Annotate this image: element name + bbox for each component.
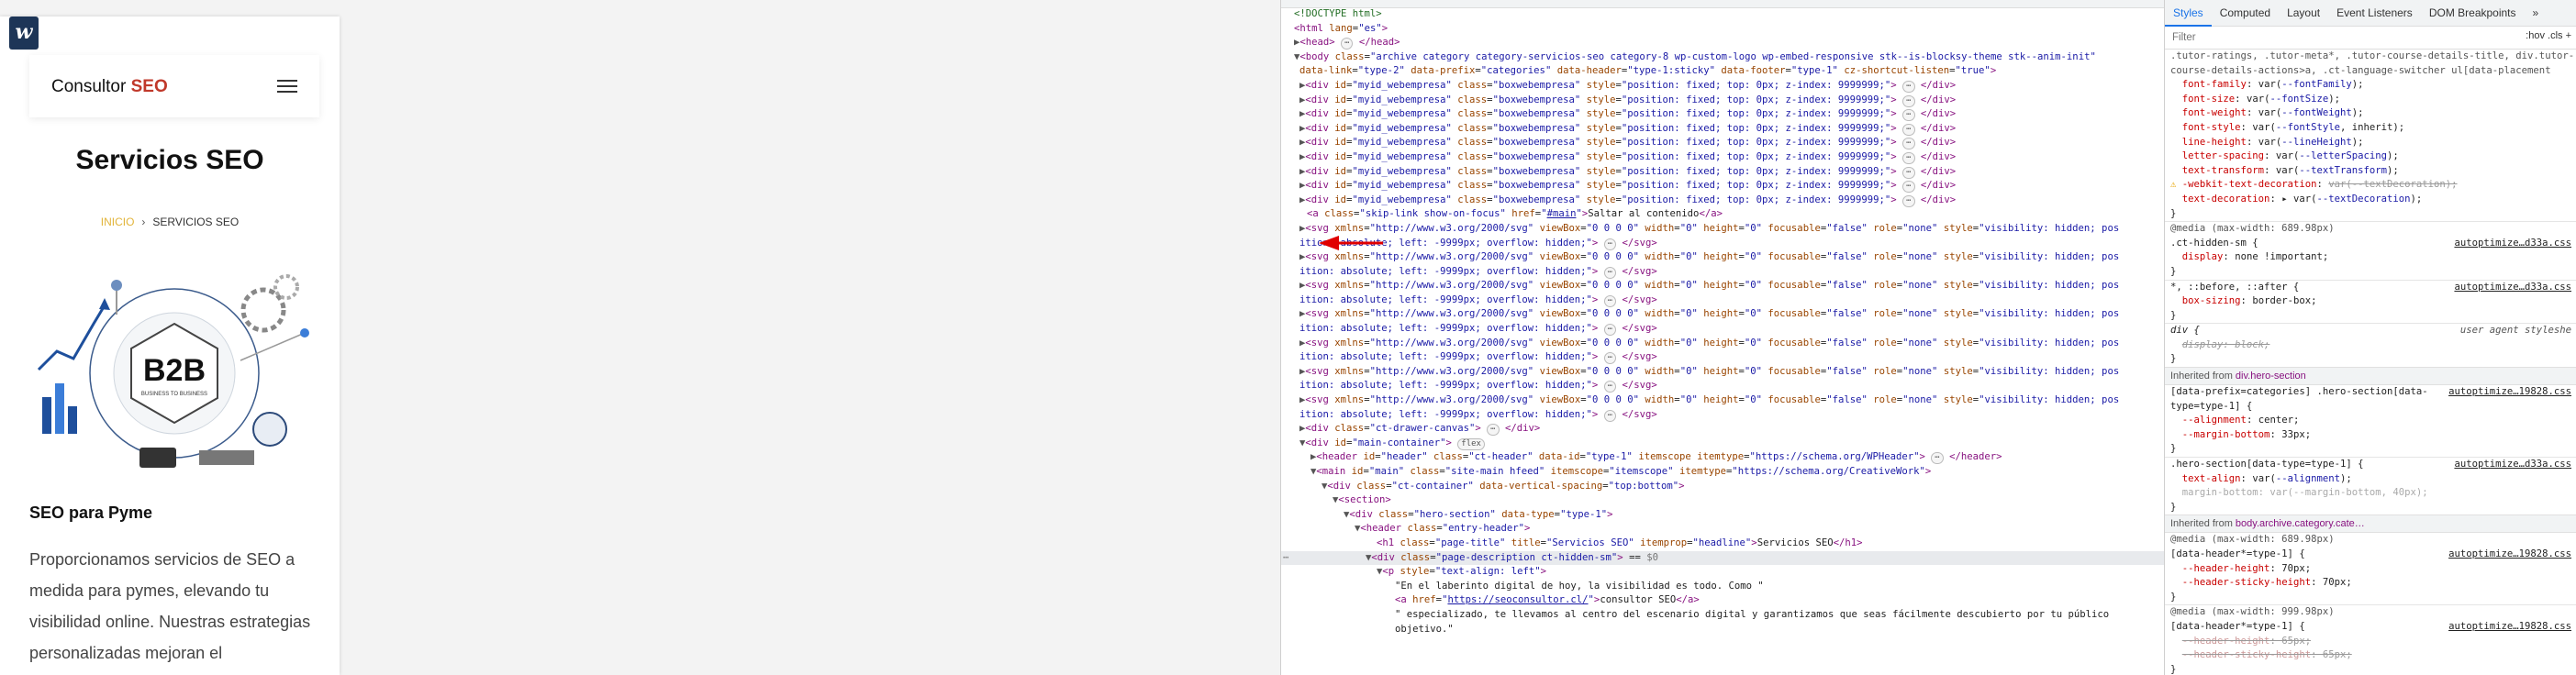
styles-filter-input[interactable] <box>2170 29 2358 46</box>
dom-node[interactable]: ▶<svg xmlns="http://www.w3.org/2000/svg"… <box>1281 250 2164 265</box>
dom-node[interactable]: ▼<header class="entry-header"> <box>1281 522 2164 537</box>
styles-pane: Styles Computed Layout Event Listeners DOM B… <box>2165 0 2576 675</box>
dom-node[interactable]: ition: absolute; left: -9999px; overflow… <box>1281 237 2164 251</box>
breadcrumb: INICIO › SERVICIOS SEO <box>0 216 340 228</box>
dom-node[interactable]: ▼<div class="hero-section" data-type="ty… <box>1281 508 2164 523</box>
dom-node[interactable]: ▼<body class="archive category category-… <box>1281 50 2164 65</box>
dom-node[interactable]: <a class="skip-link show-on-focus" href=… <box>1281 207 2164 222</box>
mobile-viewport: Consultor SEO Servicios SEO INICIO › SERVI… <box>0 17 340 675</box>
dom-node[interactable]: <h1 class="page-title" title="Servicios … <box>1281 537 2164 551</box>
css-rules-list[interactable]: .tutor-ratings, .tutor-meta*, .tutor-cou… <box>2165 50 2576 675</box>
site-logo[interactable]: Consultor SEO <box>51 77 168 97</box>
elements-tree[interactable]: <!DOCTYPE html> <html lang="es"> ▶<head>… <box>1281 0 2165 675</box>
dom-node[interactable]: ▶<div id="myid_webempresa" class="boxweb… <box>1281 94 2164 108</box>
styles-filter-bar: :hov .cls + <box>2165 27 2576 50</box>
tab-dom-breakpoints[interactable]: DOM Breakpoints <box>2421 0 2525 26</box>
dom-node[interactable]: <!DOCTYPE html> <box>1281 7 2164 22</box>
tab-event-listeners[interactable]: Event Listeners <box>2328 0 2421 26</box>
tab-computed[interactable]: Computed <box>2212 0 2279 26</box>
stylesheet-link[interactable]: autoptimize…d33a.css <box>2454 458 2571 472</box>
annotation-arrow-icon <box>1319 236 1383 250</box>
dom-node[interactable]: " especializado, te llevamos al centro d… <box>1281 608 2164 623</box>
tab-layout[interactable]: Layout <box>2279 0 2328 26</box>
dom-node[interactable]: ▼<main id="main" class="site-main hfeed"… <box>1281 465 2164 480</box>
dom-node[interactable]: ▼<div class="ct-container" data-vertical… <box>1281 480 2164 494</box>
inherited-header: Inherited from body.archive.category.cat… <box>2165 515 2576 534</box>
dom-node[interactable]: "En el laberinto digital de hoy, la visi… <box>1281 580 2164 594</box>
dom-node[interactable]: ▶<svg xmlns="http://www.w3.org/2000/svg"… <box>1281 307 2164 322</box>
dom-node[interactable]: <a href="https://seoconsultor.cl/">consu… <box>1281 593 2164 608</box>
dom-node[interactable]: objetivo." <box>1281 623 2164 637</box>
dom-node[interactable]: ition: absolute; left: -9999px; overflow… <box>1281 322 2164 337</box>
site-header: Consultor SEO <box>29 55 319 117</box>
dom-node[interactable]: data-link="type-2" data-prefix="categori… <box>1281 64 2164 79</box>
dom-node[interactable]: ▶<div id="myid_webempresa" class="boxweb… <box>1281 79 2164 94</box>
dom-node[interactable]: ▼<section> <box>1281 493 2164 508</box>
styles-tabbar: Styles Computed Layout Event Listeners DOM B… <box>2165 0 2576 27</box>
breadcrumb-home-link[interactable]: INICIO <box>101 216 135 228</box>
dom-node[interactable]: ▶<svg xmlns="http://www.w3.org/2000/svg"… <box>1281 337 2164 351</box>
wordpress-admin-badge-icon[interactable]: w <box>9 17 39 50</box>
dom-node[interactable]: ▶<svg xmlns="http://www.w3.org/2000/svg"… <box>1281 222 2164 237</box>
dom-node[interactable]: ition: absolute; left: -9999px; overflow… <box>1281 265 2164 280</box>
dom-node[interactable]: ition: absolute; left: -9999px; overflow… <box>1281 293 2164 308</box>
stylesheet-link[interactable]: autoptimize…19828.css <box>2448 620 2571 635</box>
stylesheet-link[interactable]: autoptimize…19828.css <box>2448 548 2571 562</box>
dom-node[interactable]: ▼<div id="main-container"> flex <box>1281 437 2164 451</box>
user-agent-label: user agent styleshe <box>2459 325 2571 337</box>
dom-node[interactable]: ▶<div id="myid_webempresa" class="boxweb… <box>1281 107 2164 122</box>
filter-tools[interactable]: :hov .cls + <box>2526 30 2571 41</box>
dom-node[interactable]: ition: absolute; left: -9999px; overflow… <box>1281 350 2164 365</box>
b2b-illustration[interactable]: B2B BUSINESS TO BUSINESS <box>29 260 320 477</box>
breadcrumb-current: SERVICIOS SEO <box>152 216 240 228</box>
hamburger-menu-icon[interactable] <box>277 80 297 94</box>
dom-node[interactable]: <html lang="es"> <box>1281 22 2164 37</box>
svg-text:B2B: B2B <box>143 353 206 388</box>
dom-node[interactable]: ▶<div id="myid_webempresa" class="boxweb… <box>1281 122 2164 137</box>
device-preview-area: Consultor SEO Servicios SEO INICIO › SERVI… <box>0 0 1280 675</box>
dom-node[interactable]: ▶<svg xmlns="http://www.w3.org/2000/svg"… <box>1281 393 2164 408</box>
dom-node[interactable]: ▶<div id="myid_webempresa" class="boxweb… <box>1281 136 2164 150</box>
dom-node[interactable]: ▶<svg xmlns="http://www.w3.org/2000/svg"… <box>1281 365 2164 380</box>
dom-node[interactable]: ition: absolute; left: -9999px; overflow… <box>1281 408 2164 423</box>
stylesheet-link[interactable]: autoptimize…d33a.css <box>2454 237 2571 251</box>
tab-overflow-chevron[interactable]: » <box>2525 0 2548 26</box>
dom-node[interactable]: ▶<div class="ct-drawer-canvas"> ⋯ </div> <box>1281 422 2164 437</box>
card-description: Proporcionamos servicios de SEO a medida… <box>29 550 311 662</box>
dom-node[interactable]: ▶<div id="myid_webempresa" class="boxweb… <box>1281 179 2164 194</box>
dom-node[interactable]: ▶<div id="myid_webempresa" class="boxweb… <box>1281 194 2164 208</box>
card-title[interactable]: SEO para Pyme <box>29 503 152 523</box>
dom-node[interactable]: ▼<p style="text-align: left"> <box>1281 565 2164 580</box>
dom-node-selected[interactable]: ⋯ ▼<div class="page-description ct-hidden… <box>1281 550 2164 566</box>
dom-node[interactable]: ▶<svg xmlns="http://www.w3.org/2000/svg"… <box>1281 279 2164 293</box>
stylesheet-link[interactable]: autoptimize…d33a.css <box>2454 281 2571 295</box>
inherited-header: Inherited from div.hero-section <box>2165 367 2576 386</box>
devtools-panel: <!DOCTYPE html> <html lang="es"> ▶<head>… <box>1280 0 2576 675</box>
stylesheet-link[interactable]: autoptimize…19828.css <box>2448 385 2571 400</box>
dom-node[interactable]: ition: absolute; left: -9999px; overflow… <box>1281 379 2164 393</box>
dom-node[interactable]: ▶<div id="myid_webempresa" class="boxweb… <box>1281 165 2164 180</box>
svg-text:BUSINESS TO BUSINESS: BUSINESS TO BUSINESS <box>141 392 207 397</box>
tab-styles[interactable]: Styles <box>2165 1 2212 27</box>
breadcrumb-separator: › <box>141 216 146 228</box>
page-title: Servicios SEO <box>75 145 264 175</box>
dom-node[interactable]: ▶<div id="myid_webempresa" class="boxweb… <box>1281 150 2164 165</box>
dom-node[interactable]: ▶<head> ⋯ </head> <box>1281 36 2164 50</box>
dom-node[interactable]: ▶<header id="header" class="ct-header" d… <box>1281 450 2164 465</box>
